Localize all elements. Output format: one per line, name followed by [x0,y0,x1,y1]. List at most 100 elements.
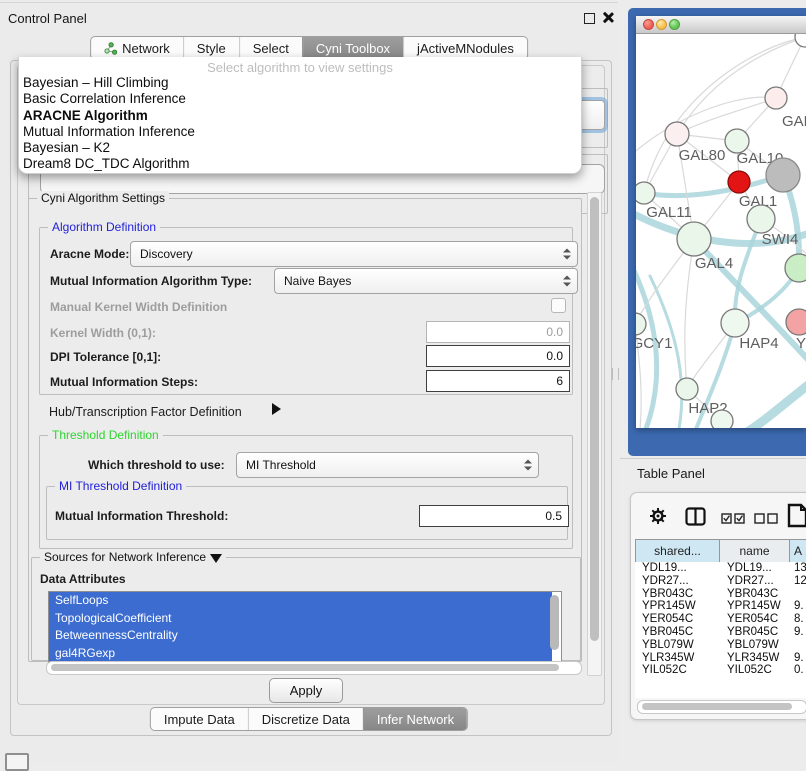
network-node-label: GAL4 [695,255,733,272]
tab-style[interactable]: Style [183,37,239,59]
table-cell: YPR145W [720,600,790,613]
table-row[interactable]: YPR145WYPR145W9. [635,600,806,613]
network-node[interactable] [766,158,800,192]
hub-tf-definition-label: Hub/Transcription Factor Definition [49,405,242,419]
minimize-traffic-light-icon[interactable] [656,19,667,30]
table-horizontal-scrollbar[interactable] [637,700,806,714]
network-node[interactable] [785,254,806,282]
dropdown-item-basic-correlation-inference[interactable]: Basic Correlation Inference [19,91,581,107]
collapse-arrow-icon[interactable] [210,554,222,563]
table-row[interactable]: YER054CYER054C8. [635,613,806,626]
table-row[interactable]: YDL19...YDL19...13 [635,562,806,575]
mi-type-label: Mutual Information Algorithm Type: [50,274,252,288]
network-canvas[interactable]: GALGAL80GAL10GAL1GAL11SWI4GAL4GCY1HAP4YH… [636,34,806,428]
dropdown-item-mutual-information-inference[interactable]: Mutual Information Inference [19,124,581,140]
tab-label: Impute Data [164,712,235,727]
table-hscroll-thumb[interactable] [642,703,792,710]
network-node-label: GAL [782,113,806,130]
zoom-traffic-light-icon[interactable] [669,19,680,30]
cyni-algorithm-settings-group: Cyni Algorithm Settings Algorithm Defini… [28,198,582,662]
bottom-tabbar: Impute Data Discretize DataInfer Network [150,707,468,731]
table-cell [790,639,806,652]
network-node-hap4[interactable] [721,309,749,337]
mi-threshold-field[interactable]: 0.5 [419,505,569,527]
table-row[interactable]: YBR045CYBR045C9. [635,626,806,639]
settings-vertical-scrollbar[interactable] [587,192,602,676]
new-table-icon[interactable] [787,503,806,533]
aracne-mode-combo[interactable]: Discovery [130,241,578,267]
close-traffic-light-icon[interactable] [643,19,654,30]
tab-impute-data[interactable]: Impute Data [151,708,248,730]
expand-arrow-icon[interactable] [272,403,281,415]
kernel-width-field[interactable]: 0.0 [426,321,570,343]
table-panel: shared...nameA YDL19...YDL19...13YDR27..… [630,492,806,720]
split-columns-icon[interactable] [685,507,706,531]
close-icon[interactable] [601,11,614,24]
dropdown-item-dream8-dc-tdc-algorithm[interactable]: Dream8 DC_TDC Algorithm [19,156,581,172]
combo-spinner-icon [563,249,571,260]
network-node-gal1[interactable] [728,171,750,193]
table-row[interactable]: YDR27...YDR27...12 [635,575,806,588]
list-scroll-thumb[interactable] [550,595,559,650]
hide-columns-icon[interactable] [754,511,780,529]
network-node-gcy1[interactable] [636,313,646,335]
column-header-shared[interactable]: shared... [635,540,720,562]
dropdown-item-bayesian-hill-climbing[interactable]: Bayesian – Hill Climbing [19,75,581,91]
tab-select[interactable]: Select [239,37,302,59]
apply-button[interactable]: Apply [269,678,343,703]
attribute-item-betweennesscentrality[interactable]: BetweennessCentrality [49,627,552,645]
show-checked-columns-icon[interactable] [721,511,747,529]
network-node-gal4[interactable] [677,222,711,256]
gear-icon[interactable] [649,507,667,530]
settings-hscroll-thumb[interactable] [51,664,559,671]
table-panel-divider [620,458,806,459]
network-node-gal11[interactable] [636,182,655,204]
dpi-tolerance-field[interactable]: 0.0 [426,345,570,367]
tab-label: Cyni Toolbox [316,41,390,56]
attribute-item-gal4rgexp[interactable]: gal4RGexp [49,645,552,663]
dropdown-item-bayesian-k2[interactable]: Bayesian – K2 [19,140,581,156]
dropdown-item-aracne-algorithm[interactable]: ARACNE Algorithm [19,108,581,124]
table-empty-area [635,676,806,698]
settings-horizontal-scrollbar[interactable] [46,661,582,675]
column-header-name[interactable]: name [720,540,790,562]
tab-cyni-toolbox[interactable]: Cyni Toolbox [302,37,403,59]
manual-kernel-checkbox[interactable] [551,298,566,313]
mi-steps-field[interactable]: 6 [426,370,570,392]
network-node[interactable] [711,410,733,428]
network-node-gal80[interactable] [665,122,689,146]
mi-type-combo[interactable]: Naive Bayes [274,268,578,294]
table-row[interactable]: YBR043CYBR043C [635,588,806,601]
table-row[interactable]: YLR345WYLR345W9. [635,652,806,665]
tab-infer-network[interactable]: Infer Network [363,708,467,730]
table-cell: YDR27... [720,575,790,588]
column-header-a[interactable]: A [790,540,806,562]
table-cell [790,588,806,601]
attribute-item-topologicalcoefficient[interactable]: TopologicalCoefficient [49,610,552,628]
tab-discretize-data[interactable]: Discretize Data [248,708,363,730]
group-title: Algorithm Definition [48,220,160,234]
table-cell: YLR345W [720,652,790,665]
table-row[interactable]: YBL079WYBL079W [635,639,806,652]
combo-value: Discovery [140,247,193,261]
algorithm-dropdown-popup: Select algorithm to view settings Bayesi… [18,57,582,174]
network-node-gal[interactable] [765,87,787,109]
float-window-icon[interactable] [584,13,595,24]
attribute-item-selfloops[interactable]: SelfLoops [49,592,552,610]
data-attributes-label: Data Attributes [40,572,126,586]
network-node-label: GAL11 [646,204,692,221]
network-node-swi4[interactable] [747,205,775,233]
collapsed-panel-icon[interactable] [5,753,29,771]
tab-network[interactable]: Network [91,37,183,59]
settings-scroll-thumb[interactable] [590,197,599,641]
table-cell: YIL052C [720,664,790,676]
table-row[interactable]: YIL052CYIL052C0. [635,664,806,676]
tab-jactivemnodules[interactable]: jActiveMNodules [403,37,527,59]
network-window-titlebar[interactable] [636,16,806,34]
which-threshold-combo[interactable]: MI Threshold [236,452,539,478]
network-node[interactable] [795,34,806,47]
network-node-label: Y [796,335,806,352]
network-node-hap2[interactable] [676,378,698,400]
panel-splitter[interactable] [612,368,619,380]
network-node-y[interactable] [786,309,806,335]
